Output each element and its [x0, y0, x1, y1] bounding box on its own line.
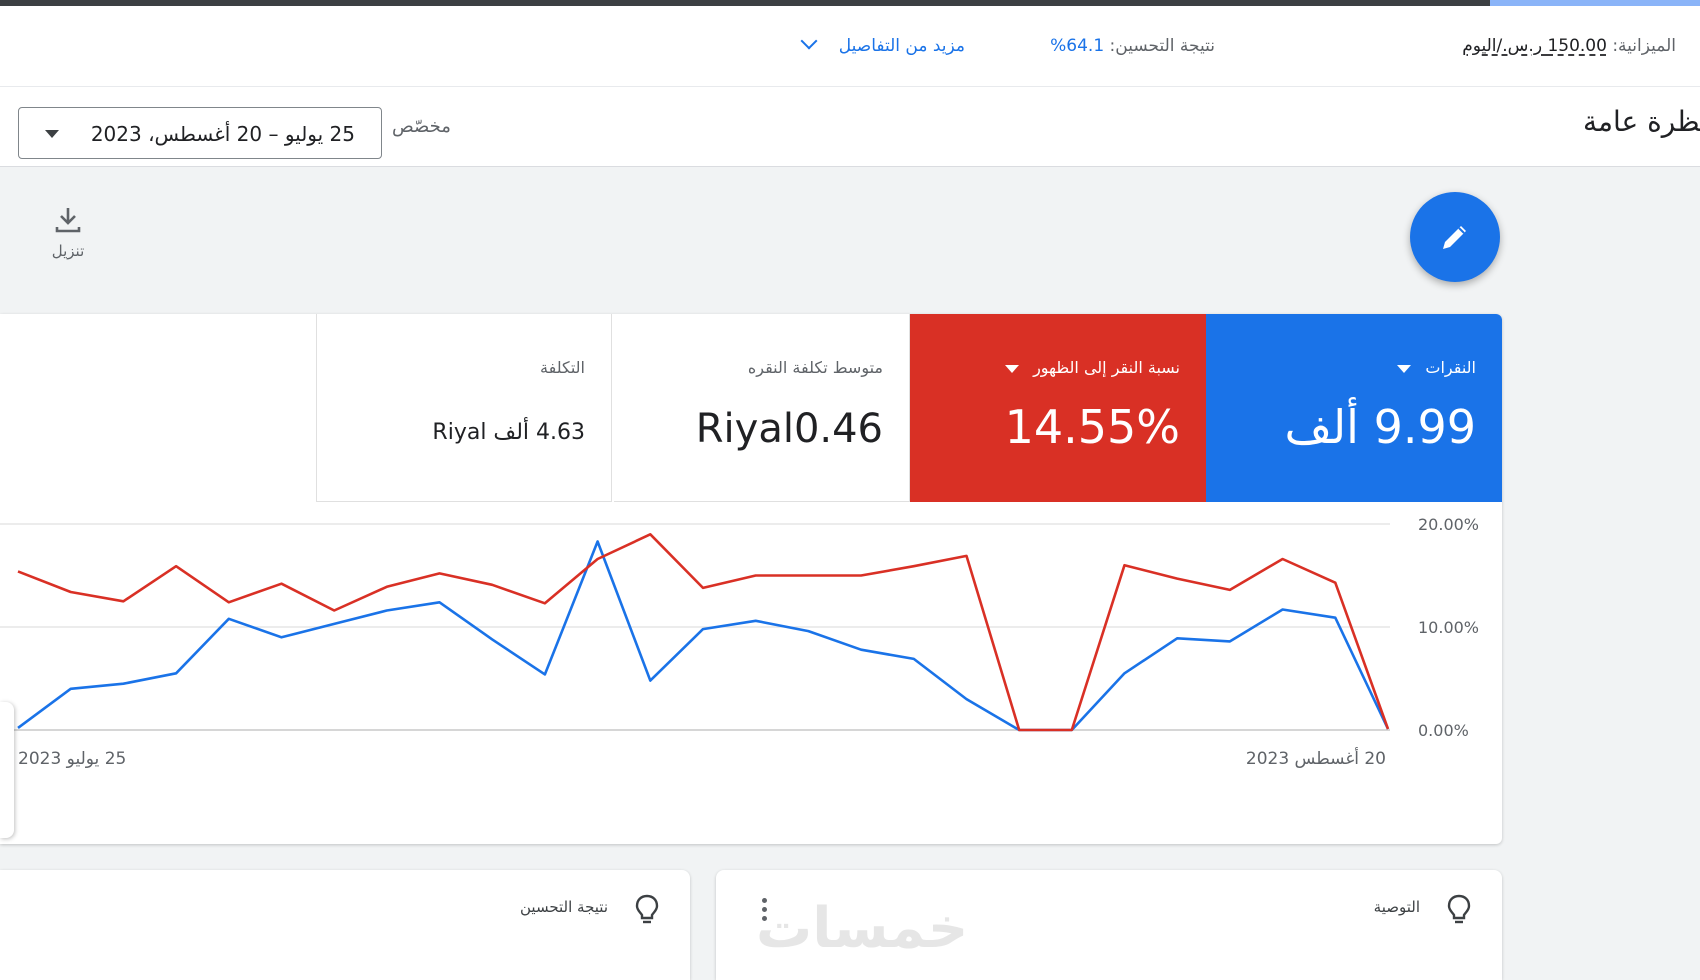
date-range-text: 25 يوليو – 20 أغسطس، 2023: [90, 122, 355, 146]
metric-ctr-label: نسبة النقر إلى الظهور: [1005, 358, 1180, 377]
metric-ctr-value: 14.55%: [1004, 400, 1180, 454]
watermark-logo: خمسات: [756, 896, 969, 961]
date-preset-label: مخصّص: [392, 116, 451, 137]
pencil-icon: [1443, 226, 1466, 249]
lightbulb-icon: [635, 894, 659, 924]
metric-clicks-label: النقرات: [1397, 358, 1476, 377]
caret-down-icon: [1397, 364, 1412, 373]
optimization-score: نتيجة التحسين: 64.1%: [1050, 36, 1215, 56]
metric-clicks[interactable]: النقرات 9.99 ألف: [1206, 314, 1502, 502]
download-icon: [55, 208, 81, 233]
budget-info[interactable]: الميزانية: 150.00 ر.س./اليوم: [1462, 36, 1676, 56]
x-tick-label-start: 25 يوليو 2023: [18, 749, 126, 769]
series-line-clicks: [17, 540, 1390, 732]
download-button[interactable]: تنزيل: [38, 206, 98, 260]
download-label: تنزيل: [51, 242, 85, 260]
metric-cost-label: التكلفة: [540, 358, 585, 377]
optimization-label: نتيجة التحسين:: [1109, 36, 1215, 56]
more-details-button[interactable]: مزيد من التفاصيل: [800, 32, 965, 56]
caret-down-icon: [1005, 364, 1020, 373]
optimization-card-title: نتيجة التحسين: [520, 898, 608, 916]
edit-fab-button[interactable]: [1410, 192, 1500, 282]
page-title: نظرة عامة: [1582, 105, 1700, 138]
chevron-down-icon: [800, 32, 818, 50]
x-tick-label-end: 20 أغسطس 2023: [1246, 747, 1386, 769]
performance-card: النقرات 9.99 ألف نسبة النقر إلى الظهور 1…: [0, 314, 1502, 844]
metric-clicks-value: 9.99 ألف: [1284, 400, 1476, 454]
dropdown-arrow-icon: [45, 130, 59, 138]
metric-ctr[interactable]: نسبة النقر إلى الظهور 14.55%: [910, 314, 1206, 502]
optimization-card[interactable]: نتيجة التحسين: [0, 870, 690, 980]
side-panel-handle[interactable]: [0, 702, 14, 838]
campaign-summary-bar: الميزانية: 150.00 ر.س./اليوم نتيجة التحس…: [0, 6, 1700, 87]
lightbulb-icon: [1447, 894, 1471, 924]
campaign-header: الميزانية: 150.00 ر.س./اليوم نتيجة التحس…: [0, 6, 1700, 167]
recommendation-card[interactable]: التوصية خمسات: [716, 870, 1502, 980]
date-range-picker[interactable]: 25 يوليو – 20 أغسطس، 2023: [18, 107, 382, 159]
budget-value[interactable]: 150.00 ر.س./اليوم: [1462, 36, 1607, 56]
metric-cost[interactable]: التكلفة 4.63 ألف Riyal: [316, 314, 612, 502]
metric-avg-cpc[interactable]: متوسط تكلفة النقره Riyal0.46: [614, 314, 910, 502]
performance-chart[interactable]: 0.00% 10.00% 20.00% 25 يوليو 2023 20 أغسطس 2…: [0, 502, 1502, 844]
y-tick-label: 10.00%: [1418, 618, 1479, 637]
metric-avg-cpc-label: متوسط تكلفة النقره: [747, 358, 883, 377]
more-details-label: مزيد من التفاصيل: [838, 36, 965, 56]
budget-label: الميزانية:: [1612, 36, 1676, 56]
y-tick-label: 0.00%: [1418, 721, 1469, 740]
metric-cost-value: 4.63 ألف Riyal: [432, 420, 585, 445]
recommendation-title: التوصية: [1373, 898, 1420, 916]
series-line-ctr: [17, 532, 1390, 732]
metric-avg-cpc-value: Riyal0.46: [695, 406, 883, 452]
y-tick-label: 20.00%: [1418, 515, 1479, 534]
optimization-value: 64.1%: [1050, 36, 1105, 56]
